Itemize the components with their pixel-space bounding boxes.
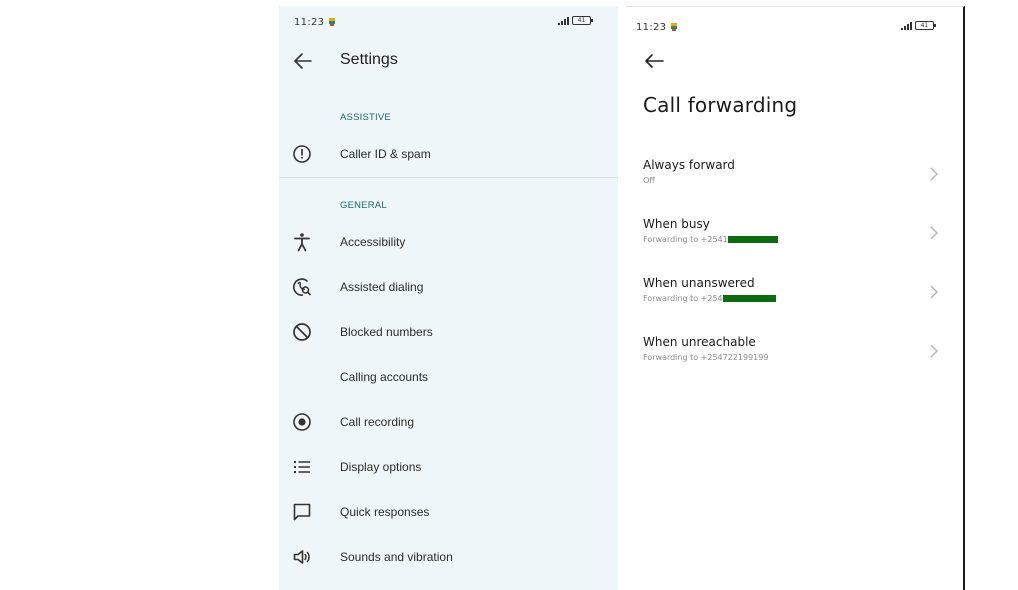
forward-item-title: When busy [643,217,710,231]
battery-level: 41 [920,22,929,29]
signal-icon [901,21,912,30]
forward-item-subtitle: Forwarding to +2541 [643,235,778,244]
settings-item-label: Accessibility [340,235,406,249]
status-icons: 41 [558,16,593,25]
forward-item-busy[interactable]: When busy Forwarding to +2541 [626,213,963,265]
back-arrow-icon[interactable] [643,50,665,72]
redaction-bar [722,295,776,302]
status-time: 11:23 [636,22,667,33]
settings-item-label: Call recording [340,415,415,429]
settings-screen: 11:23 41 Settings ASSISTIVE Caller ID & … [279,6,618,590]
settings-item-accessibility[interactable]: Accessibility [279,222,618,262]
speaker-icon [293,550,310,564]
settings-item-label: Calling accounts [340,370,429,384]
section-header-general: GENERAL [340,200,387,211]
status-bar: 11:23 41 [279,14,618,36]
block-icon [293,323,311,341]
section-divider [279,177,618,178]
forward-item-title: When unanswered [643,276,755,290]
forward-item-unreachable[interactable]: When unreachable Forwarding to +25472219… [626,331,963,383]
record-icon [293,413,311,431]
settings-item-call-recording[interactable]: Call recording [279,402,618,442]
call-forwarding-screen: 11:23 41 Call forwarding Always forward … [626,6,965,590]
page-title: Call forwarding [643,93,798,117]
accessibility-icon [294,233,310,252]
chevron-right-icon [930,285,938,299]
list-icon [294,461,310,473]
forward-item-subtitle: Forwarding to +254722199199 [643,353,769,362]
settings-item-display-options[interactable]: Display options [279,447,618,487]
chevron-right-icon [930,167,938,181]
section-header-assistive: ASSISTIVE [340,112,391,123]
info-alert-icon [293,145,311,163]
forward-item-subtitle: Forwarding to +254 [643,294,776,303]
forward-item-title: When unreachable [643,335,756,349]
redaction-bar [727,236,778,243]
settings-item-label: Assisted dialing [340,280,424,294]
battery-level: 41 [577,17,586,24]
forward-item-title: Always forward [643,158,735,172]
message-icon [293,503,311,521]
app-notification-icon [329,18,335,26]
forward-item-unanswered[interactable]: When unanswered Forwarding to +254 [626,272,963,324]
settings-item-label: Caller ID & spam [340,147,431,161]
forward-item-always[interactable]: Always forward Off [626,154,963,206]
signal-icon [558,16,569,25]
settings-item-assisted-dialing[interactable]: Assisted dialing [279,267,618,307]
settings-app-bar: Settings [279,46,618,78]
battery-icon: 41 [572,16,593,25]
settings-item-blocked-numbers[interactable]: Blocked numbers [279,312,618,352]
chevron-right-icon [930,226,938,240]
status-time: 11:23 [294,17,325,28]
assisted-dialing-icon [292,278,312,296]
forward-number-visible: Forwarding to +254 [643,294,723,303]
settings-item-calling-accounts[interactable]: Calling accounts [279,357,618,397]
chevron-right-icon [930,344,938,358]
app-notification-icon [671,23,677,31]
settings-item-quick-responses[interactable]: Quick responses [279,492,618,532]
forward-number-visible: Forwarding to +2541 [643,235,728,244]
settings-item-label: Quick responses [340,505,430,519]
settings-item-caller-id[interactable]: Caller ID & spam [279,134,618,174]
back-arrow-icon[interactable] [292,50,314,72]
settings-item-label: Sounds and vibration [340,550,453,564]
status-icons: 41 [901,21,936,30]
status-bar: 11:23 41 [626,19,963,41]
settings-item-sounds-vibration[interactable]: Sounds and vibration [279,537,618,577]
battery-icon: 41 [915,21,936,30]
settings-item-label: Display options [340,460,422,474]
forward-item-subtitle: Off [643,176,655,185]
settings-item-label: Blocked numbers [340,325,433,339]
page-title: Settings [340,51,398,68]
